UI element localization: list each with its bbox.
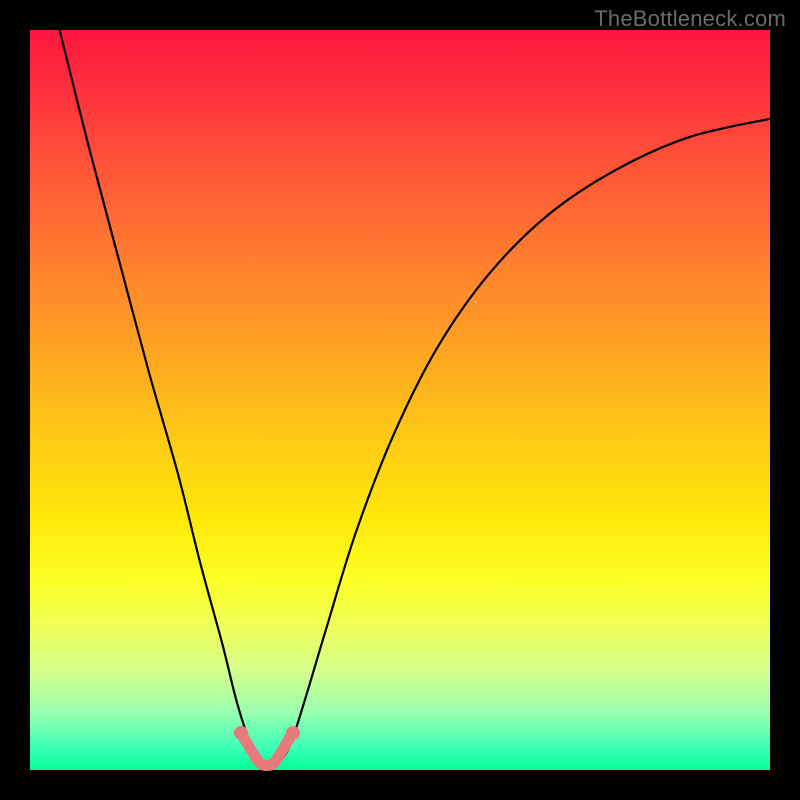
bottleneck-curve bbox=[30, 30, 770, 770]
watermark-text: TheBottleneck.com bbox=[594, 6, 786, 32]
optimal-zone-endpoint bbox=[234, 726, 248, 740]
optimal-zone-endpoint bbox=[286, 726, 300, 740]
chart-frame: TheBottleneck.com bbox=[0, 0, 800, 800]
curve-path bbox=[60, 30, 770, 769]
optimal-zone-stroke bbox=[241, 733, 293, 766]
